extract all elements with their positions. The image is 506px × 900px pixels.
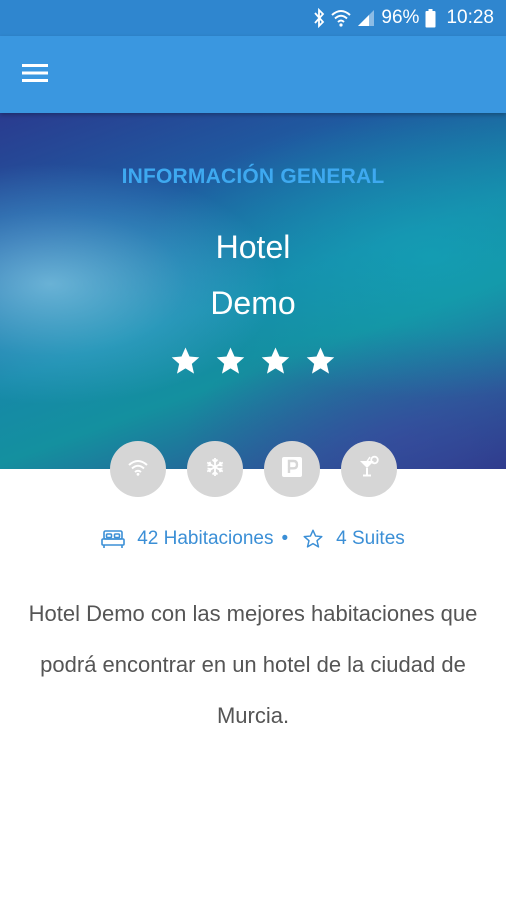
amenity-parking-button[interactable] [263,441,320,497]
amenity-air-conditioning-button[interactable] [186,441,243,497]
star-icon [261,347,290,374]
clock-time: 10:28 [446,7,494,28]
amenities-row [0,441,506,499]
star-icon [171,347,200,374]
bluetooth-icon [313,8,325,28]
bed-icon [101,529,126,549]
amenity-wifi-button[interactable] [109,441,166,497]
menu-button[interactable] [22,60,68,90]
amenity-bar-button[interactable] [340,441,397,497]
app-bar [0,36,506,113]
battery-percent: 96% [381,7,420,28]
wifi-icon [331,9,352,27]
hotel-name-line-1: Hotel [215,229,291,265]
rooms-count: 42 Habitaciones [137,528,274,549]
star-icon [216,347,245,374]
section-title: INFORMACIÓN GENERAL [121,165,385,188]
hamburger-menu-icon [22,63,50,88]
status-bar: 96% 10:28 [0,0,506,36]
hotel-name: Hotel Demo [0,219,506,331]
snowflake-icon [204,456,226,483]
star-icon [306,347,335,374]
battery-icon [425,8,436,28]
signal-icon [357,9,375,27]
hotel-name-line-2: Demo [210,285,296,321]
star-rating [0,345,506,378]
hero-banner: INFORMACIÓN GENERAL Hotel Demo [0,113,506,469]
wifi-icon [127,458,149,481]
hotel-description: Hotel Demo con las mejores habitaciones … [28,601,478,728]
cocktail-icon [357,455,381,484]
separator-dot: • [281,528,289,549]
suites-count: 4 Suites [336,528,405,549]
parking-icon [281,456,303,483]
star-outline-icon [302,528,324,550]
room-info: 42 Habitaciones • 4 Suites [0,528,506,550]
